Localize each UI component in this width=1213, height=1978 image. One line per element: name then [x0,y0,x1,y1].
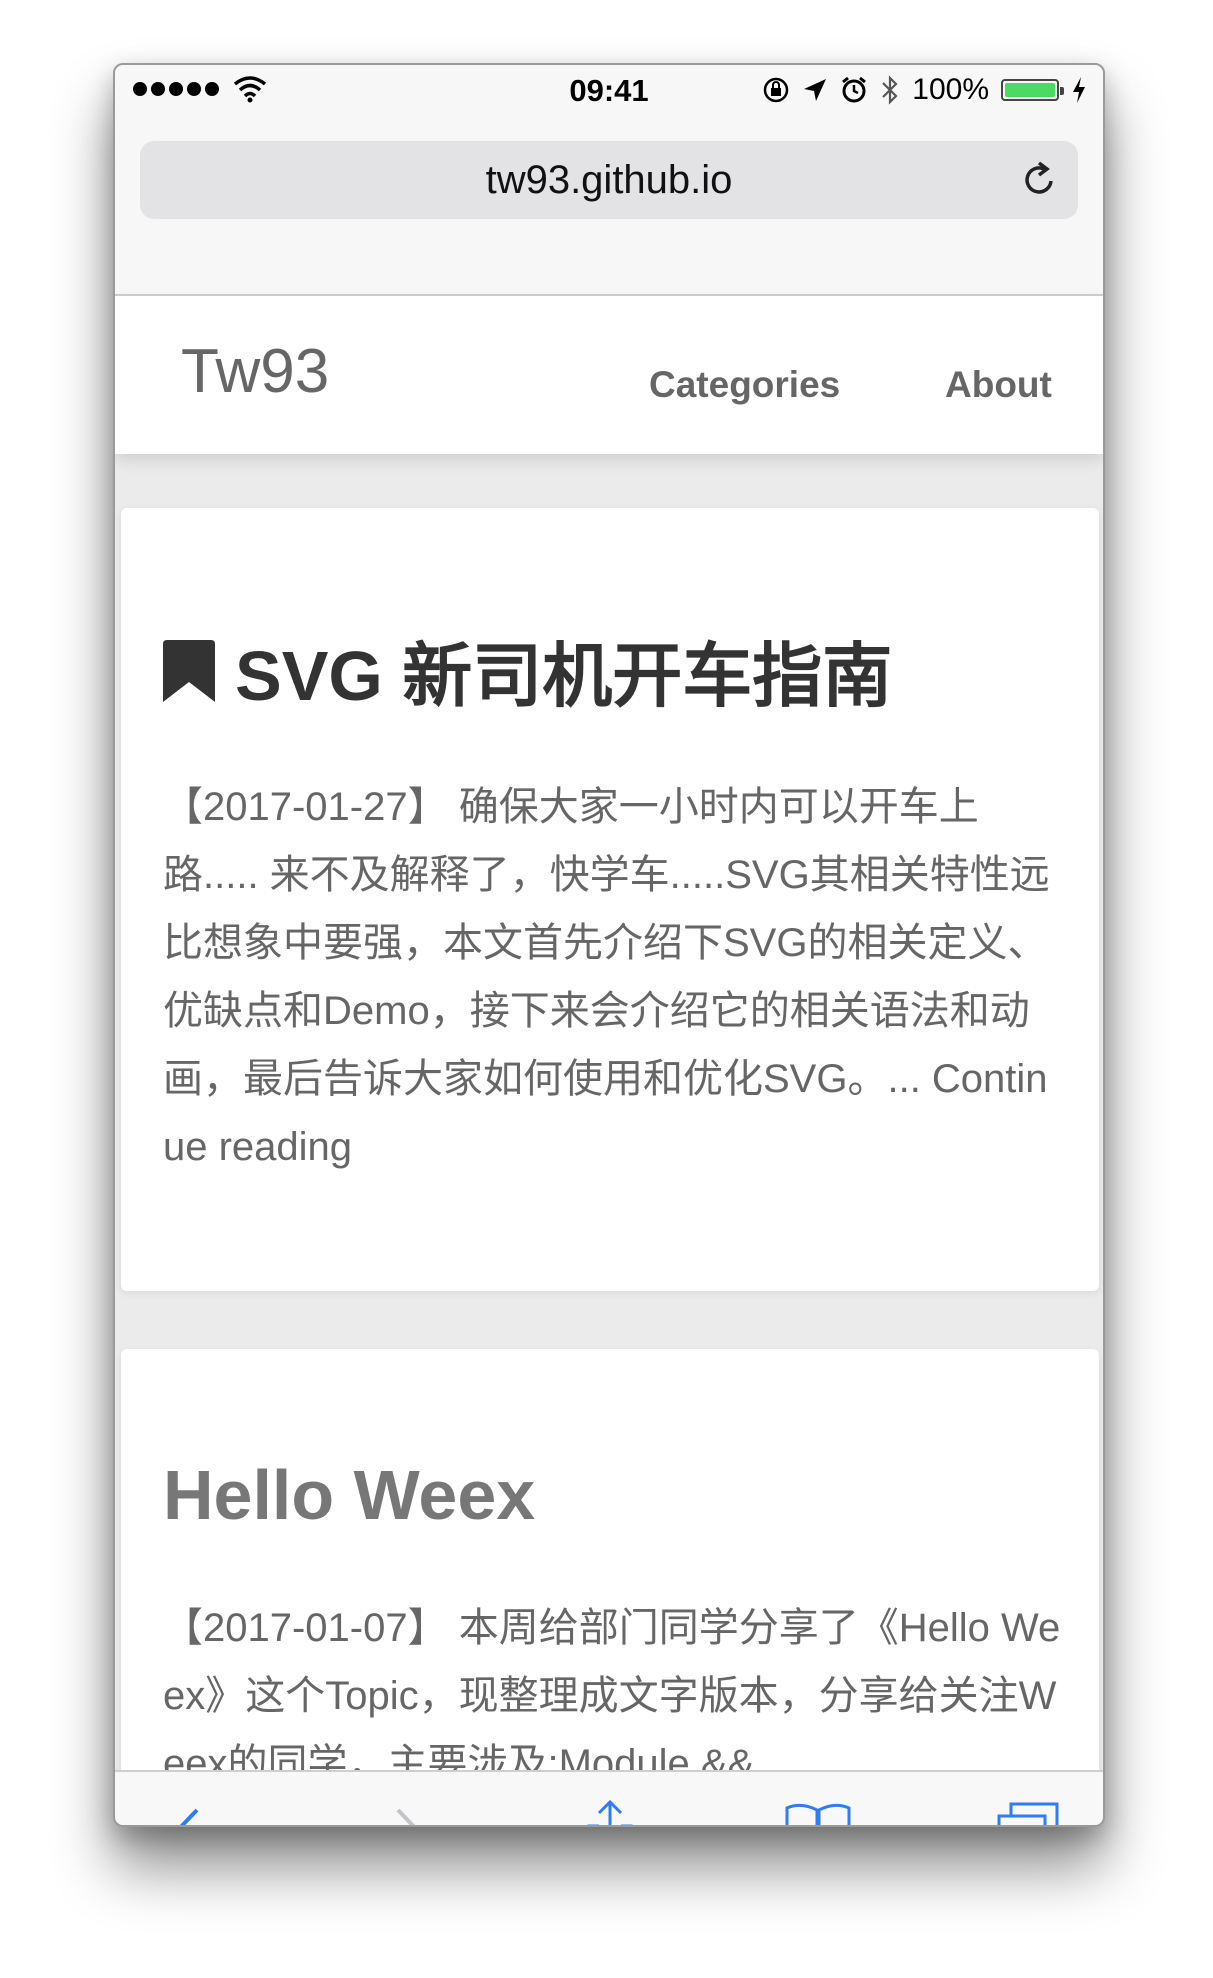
url-text[interactable]: tw93.github.io [140,158,1078,203]
address-bar[interactable]: tw93.github.io [140,141,1078,219]
bookmark-icon [163,639,215,702]
reload-icon[interactable] [1018,159,1060,201]
post-excerpt: 【2017-01-07】 本周给部门同学分享了《Hello Weex》这个Top… [163,1606,1061,1770]
bluetooth-icon [882,75,898,105]
site-header: Tw93 Categories About [115,296,1103,454]
browser-toolbar-bottom [115,1770,1103,1827]
post-card: Hello Weex 【2017-01-07】 本周给部门同学分享了《Hello… [121,1349,1099,1770]
post-title-text[interactable]: SVG 新司机开车指南 [235,620,892,721]
location-arrow-icon [804,79,827,101]
nav-about[interactable]: About [945,364,1052,406]
battery-percentage: 100% [912,73,989,106]
screenshot-stage: 09:41 100% tw93.github.io Tw93 Categorie… [0,0,1213,1978]
orientation-lock-icon [764,77,789,103]
forward-icon[interactable] [370,1798,440,1827]
browser-toolbar-top: tw93.github.io [115,117,1103,296]
post-title-text[interactable]: Hello Weex [163,1455,535,1535]
tabs-icon[interactable] [993,1798,1063,1827]
phone-frame: 09:41 100% tw93.github.io Tw93 Categorie… [113,63,1105,1827]
bookmarks-icon[interactable] [783,1798,853,1827]
alarm-icon [842,76,867,103]
share-icon[interactable] [575,1798,645,1827]
post-list: SVG 新司机开车指南 【2017-01-27】 确保大家一小时内可以开车上路.… [115,454,1103,1770]
status-bar: 09:41 100% [115,65,1103,117]
post-excerpt: 【2017-01-27】 确保大家一小时内可以开车上路..... 来不及解释了，… [163,785,1050,1169]
status-right: 100% [762,73,1087,107]
post-card: SVG 新司机开车指南 【2017-01-27】 确保大家一小时内可以开车上路.… [121,508,1099,1291]
nav-categories[interactable]: Categories [649,364,840,406]
back-icon[interactable] [155,1798,225,1827]
battery-cap [1060,87,1064,95]
charging-bolt-icon [1073,77,1085,103]
battery-fill [1005,83,1055,97]
site-brand[interactable]: Tw93 [181,336,329,407]
post-title[interactable]: SVG 新司机开车指南 [163,620,892,721]
battery-icon [1001,79,1064,101]
post-title[interactable]: Hello Weex [163,1455,535,1535]
